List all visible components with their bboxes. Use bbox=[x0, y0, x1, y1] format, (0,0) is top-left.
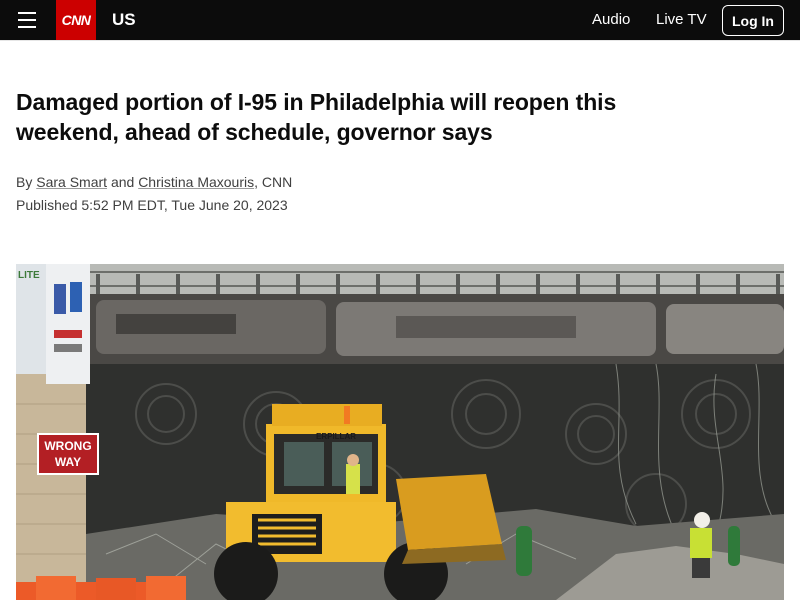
wrong-way-sign-line2: WAY bbox=[55, 455, 81, 469]
author-link-christina-maxouris[interactable]: Christina Maxouris bbox=[138, 174, 254, 190]
author-link-sara-smart[interactable]: Sara Smart bbox=[36, 174, 107, 190]
published-timestamp: Published 5:52 PM EDT, Tue June 20, 2023 bbox=[16, 197, 288, 213]
article-headline: Damaged portion of I-95 in Philadelphia … bbox=[16, 89, 617, 145]
byline-conjunction: and bbox=[110, 174, 135, 190]
construction-scene-illustration: LITE WRONG WAY ERPILLAR bbox=[16, 264, 784, 600]
header-divider bbox=[0, 40, 800, 41]
cnn-logo[interactable]: CNN bbox=[56, 0, 96, 40]
login-button[interactable]: Log In bbox=[722, 5, 784, 36]
nav-audio-link[interactable]: Audio bbox=[592, 11, 630, 28]
section-title[interactable]: US bbox=[112, 10, 136, 30]
top-navigation-bar: CNN US Audio Live TV Log In bbox=[0, 0, 800, 40]
byline-prefix: By bbox=[16, 174, 33, 190]
loader-brand-text: ERPILLAR bbox=[316, 432, 356, 441]
byline-suffix: , CNN bbox=[254, 174, 293, 190]
nav-live-tv-link[interactable]: Live TV bbox=[656, 11, 707, 28]
hamburger-menu-icon[interactable] bbox=[14, 9, 42, 31]
wrong-way-sign-line1: WRONG bbox=[44, 439, 91, 453]
billboard-text: LITE bbox=[18, 270, 40, 281]
article-hero-photo[interactable]: LITE WRONG WAY ERPILLAR bbox=[16, 264, 784, 600]
article-byline: By Sara Smart and Christina Maxouris, CN… bbox=[16, 173, 292, 191]
